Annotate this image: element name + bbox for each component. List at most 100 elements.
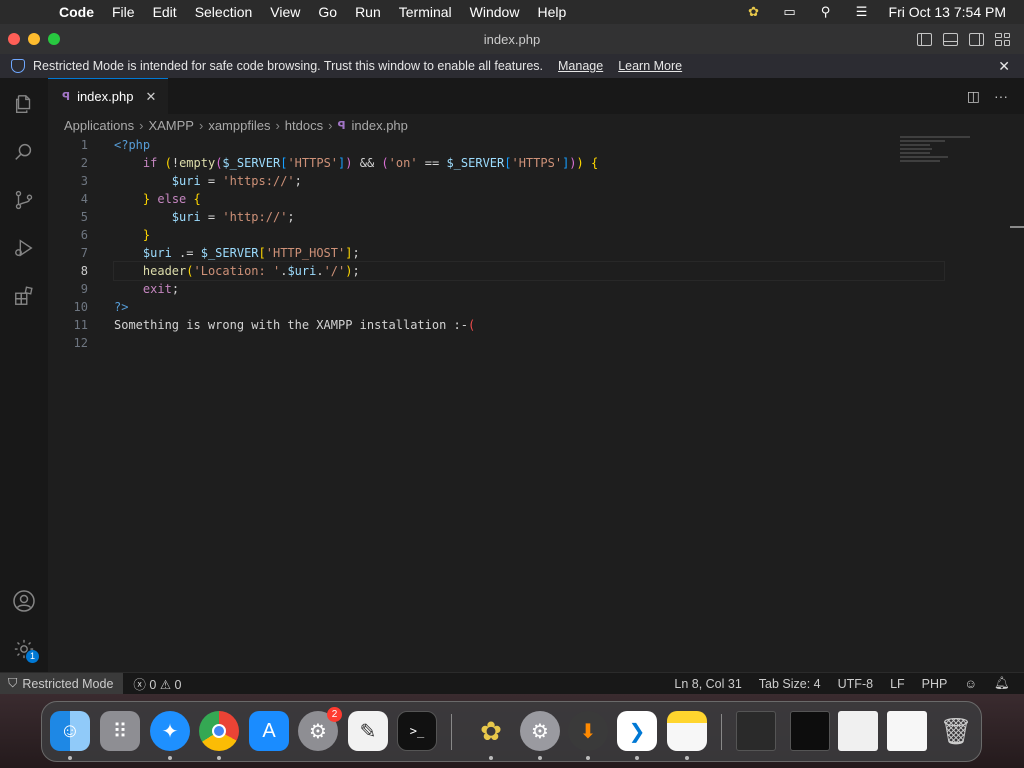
menu-selection[interactable]: Selection [186, 4, 262, 20]
trash-dock-icon[interactable]: 🗑︎ [936, 711, 976, 751]
menu-terminal[interactable]: Terminal [390, 4, 461, 20]
code-line[interactable] [114, 334, 944, 352]
app-store-dock-icon[interactable]: A [249, 711, 289, 751]
menu-go[interactable]: Go [309, 4, 346, 20]
code-line[interactable]: $uri .= $_SERVER['HTTP_HOST']; [114, 244, 944, 262]
accounts-icon[interactable] [0, 577, 48, 625]
control-center-icon[interactable]: ☰ [853, 4, 871, 19]
more-actions-icon[interactable]: ··· [994, 88, 1008, 104]
status-problems[interactable]: ⓧ 0 ⚠ 0 [133, 674, 181, 693]
cyberduck-dock-icon[interactable]: ✿ [471, 711, 511, 760]
cyberduck-icon[interactable]: ✿ [745, 4, 763, 19]
status-cursor-position[interactable]: Ln 8, Col 31 [674, 677, 741, 691]
code-token: ( [164, 156, 172, 170]
close-window-button[interactable] [8, 33, 20, 45]
customize-layout-icon[interactable] [995, 32, 1010, 46]
finder-dock-icon[interactable]: ☺ [50, 711, 90, 760]
minimap[interactable] [900, 136, 980, 176]
code-line[interactable]: header('Location: '.$uri.'/'); [113, 261, 945, 281]
system-settings-dock-icon[interactable]: ⚙ 2 [298, 707, 342, 751]
shield-icon [11, 59, 25, 73]
status-encoding[interactable]: UTF-8 [838, 677, 873, 691]
notes-dock-icon[interactable] [667, 711, 707, 760]
code-token: ) [569, 156, 577, 170]
code-token: else [157, 192, 187, 206]
manage-gear-icon[interactable]: 1 [0, 625, 48, 673]
status-right: Ln 8, Col 31 Tab Size: 4 UTF-8 LF PHP ☺ … [674, 676, 1024, 691]
restricted-mode-label: Restricted Mode [22, 676, 114, 691]
script-editor-dock-icon[interactable]: ✎ [348, 711, 388, 751]
window-thumbnail-1[interactable] [736, 711, 776, 751]
run-debug-icon[interactable] [0, 224, 48, 272]
code-line[interactable]: <?php [114, 136, 944, 154]
feedback-icon[interactable]: ☺ [964, 677, 977, 691]
manage-update-badge: 1 [26, 650, 39, 663]
toggle-panel-icon[interactable] [943, 32, 958, 46]
code-line[interactable]: } [114, 226, 944, 244]
code-token: { [193, 192, 201, 206]
breadcrumb-item-xamppfiles[interactable]: xamppfiles [208, 118, 270, 133]
downloader-dock-icon[interactable]: ⬇ [568, 711, 608, 760]
status-tab-size[interactable]: Tab Size: 4 [759, 677, 821, 691]
breadcrumb-item-xampp[interactable]: XAMPP [148, 118, 194, 133]
tab-index-php[interactable]: ꟼ index.php ✕ [48, 78, 168, 114]
code-line[interactable]: } else { [114, 190, 944, 208]
explorer-icon[interactable] [0, 80, 48, 128]
safari-dock-icon[interactable]: ✦ [150, 711, 190, 760]
menu-bar-clock[interactable]: Fri Oct 13 7:54 PM [889, 4, 1006, 20]
window-thumbnail-3[interactable] [838, 711, 878, 751]
line-number: 3 [80, 174, 88, 188]
screen-mirroring-icon[interactable]: ▭ [781, 4, 799, 19]
close-tab-icon[interactable]: ✕ [145, 89, 156, 105]
menu-code[interactable]: Code [50, 4, 103, 20]
code-token: { [591, 156, 599, 170]
code-line[interactable]: Something is wrong with the XAMPP instal… [114, 316, 944, 334]
menu-help[interactable]: Help [528, 4, 575, 20]
menu-run[interactable]: Run [346, 4, 390, 20]
code-area[interactable]: <?php if (!empty($_SERVER['HTTPS']) && (… [113, 136, 945, 352]
breadcrumb-item-applications[interactable]: Applications [64, 118, 134, 133]
spotlight-search-icon[interactable]: ⚲ [817, 4, 835, 19]
chrome-dock-icon[interactable] [199, 711, 239, 760]
menu-edit[interactable]: Edit [144, 4, 186, 20]
editor-tab-bar: ꟼ index.php ✕ ◫ ··· [48, 78, 1024, 114]
breadcrumb-item-htdocs[interactable]: htdocs [285, 118, 323, 133]
vertical-scrollbar[interactable] [1010, 226, 1024, 228]
code-line[interactable]: exit; [114, 280, 944, 298]
toggle-secondary-sidebar-icon[interactable] [969, 32, 984, 46]
breadcrumb-item-file[interactable]: index.php [352, 118, 408, 133]
window-thumbnail-2[interactable] [790, 711, 830, 751]
editor-actions: ◫ ··· [967, 78, 1024, 114]
split-editor-icon[interactable]: ◫ [967, 88, 980, 105]
code-token: [ [258, 246, 266, 260]
minimize-window-button[interactable] [28, 33, 40, 45]
window-thumbnail-4[interactable] [887, 711, 927, 751]
line-number-gutter: 1 2 3 4 5 6 7 8 9 10 11 12 [48, 136, 88, 352]
vscode-dock-icon[interactable]: ❯ [617, 711, 657, 760]
status-restricted-mode[interactable]: ⛉ Restricted Mode [0, 672, 124, 695]
line-number: 8 [80, 264, 88, 278]
code-editor[interactable]: 1 2 3 4 5 6 7 8 9 10 11 12 <?php if (!empty($_SERVE… [48, 136, 1024, 672]
code-line[interactable]: if (!empty($_SERVER['HTTPS']) && ('on' =… [114, 154, 944, 172]
code-line[interactable]: $uri = 'https://'; [114, 172, 944, 190]
menu-view[interactable]: View [261, 4, 309, 20]
system-preferences-dock-icon[interactable]: ⚙ [520, 711, 560, 760]
source-control-icon[interactable] [0, 176, 48, 224]
menu-file[interactable]: File [103, 4, 144, 20]
menu-window[interactable]: Window [461, 4, 529, 20]
status-language[interactable]: PHP [922, 677, 948, 691]
extensions-icon[interactable] [0, 272, 48, 320]
banner-learn-more-link[interactable]: Learn More [618, 59, 682, 73]
status-eol[interactable]: LF [890, 677, 905, 691]
launchpad-dock-icon[interactable]: ⠿ [100, 711, 140, 751]
search-icon[interactable] [0, 128, 48, 176]
banner-manage-link[interactable]: Manage [558, 59, 603, 73]
notifications-bell-icon[interactable]: 🔔︎ [994, 676, 1010, 691]
toggle-primary-sidebar-icon[interactable] [917, 32, 932, 46]
code-line[interactable]: $uri = 'http://'; [114, 208, 944, 226]
banner-close-icon[interactable]: ✕ [998, 58, 1024, 75]
code-line[interactable]: ?> [114, 298, 944, 316]
zoom-window-button[interactable] [48, 33, 60, 45]
terminal-dock-icon[interactable]: >_ [397, 711, 437, 751]
